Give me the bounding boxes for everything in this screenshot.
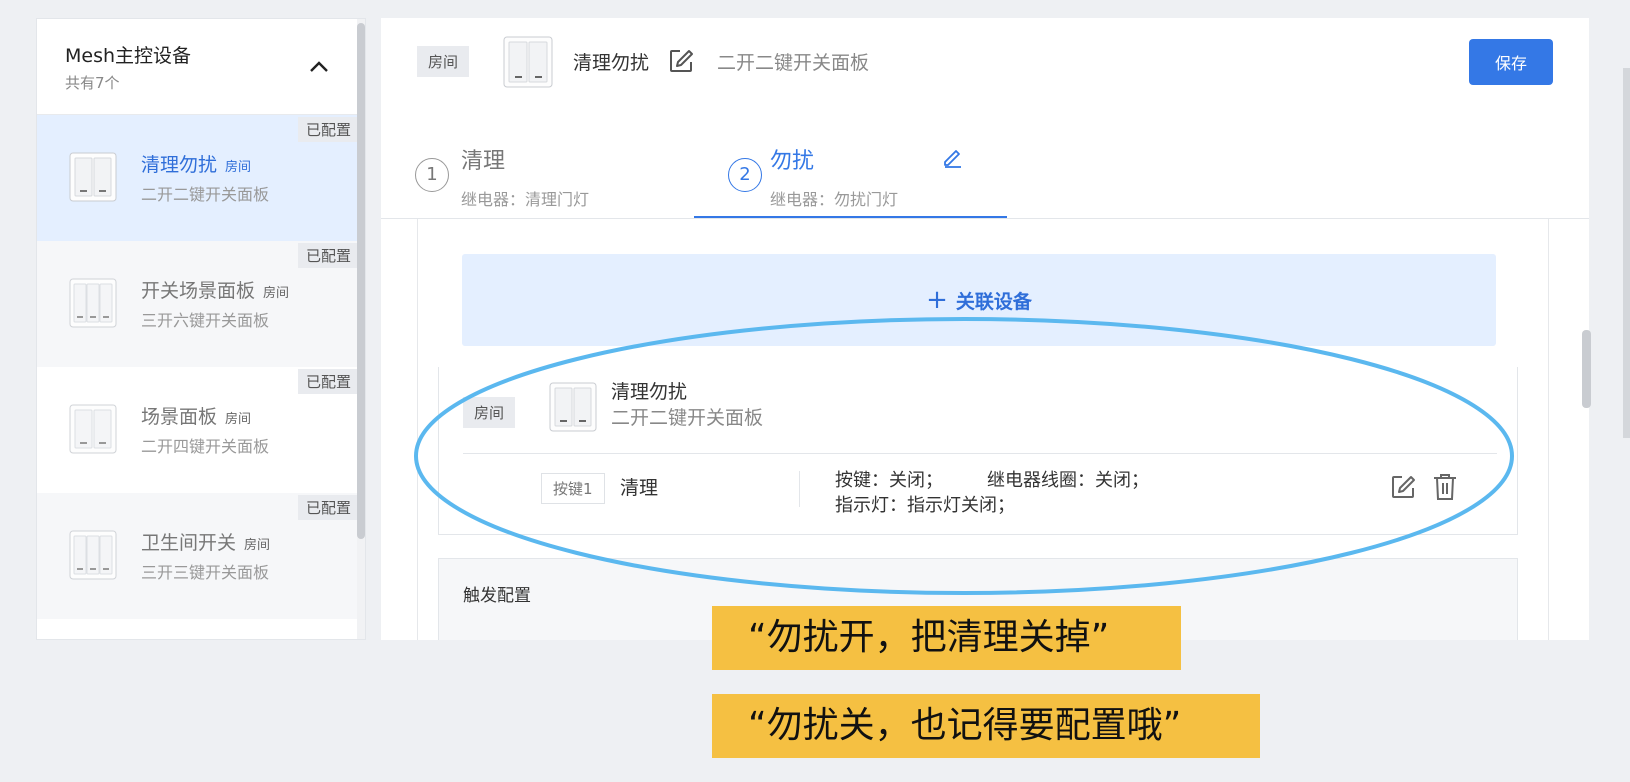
step-subtitle: 继电器：勿扰门灯 [770,190,899,209]
switch-panel-3key-icon [69,278,117,328]
link-device-label: 关联设备 [955,290,1032,313]
sidebar-item-qingli-wurao[interactable]: 已配置 清理勿扰 房间 二开二键开关面板 [37,115,359,241]
sidebar-item-weishengjian[interactable]: 已配置 卫生间开关 房间 三开三键开关面板 [37,493,359,619]
device-sidebar: Mesh主控设备 共有7个 已配置 清理勿扰 房间 二开二键开关面板 已配置 开关… [36,18,366,640]
configured-badge: 已配置 [297,243,359,268]
plus-icon: + [926,285,948,315]
step-subtitle: 继电器：清理门灯 [461,190,590,209]
edit-icon[interactable] [1390,474,1416,500]
linked-device-name: 清理勿扰 [611,381,688,403]
key-name: 清理 [620,477,659,499]
step-number: 2 [728,158,762,192]
sidebar-scrollbar-track[interactable] [357,19,365,639]
room-tag: 房间 [225,160,252,175]
sidebar-item-desc: 三开三键开关面板 [141,563,270,582]
sidebar-item-name: 卫生间开关 房间 [141,532,271,554]
page-scrollbar-track[interactable] [1623,68,1630,438]
caption-1: “勿扰开，把清理关掉” [712,606,1181,670]
trash-icon[interactable] [1433,473,1457,501]
device-model: 二开二键开关面板 [717,52,870,74]
sidebar-scrollbar-thumb[interactable] [357,23,365,539]
configured-badge: 已配置 [297,369,359,394]
step-title: 清理 [461,149,506,174]
switch-panel-2key-icon [549,382,597,432]
room-tag: 房间 [263,286,290,301]
switch-panel-3key-icon [69,530,117,580]
room-tag: 房间 [244,538,271,553]
configured-badge: 已配置 [297,117,359,142]
config-relay-state: 继电器线圈：关闭； [987,470,1149,491]
linked-device-card: 房间 清理勿扰 二开二键开关面板 按键1 清理 按键：关闭； 继电器线圈：关闭； … [438,367,1518,535]
config-key-state: 按键：关闭； [835,470,943,491]
sidebar-item-changjing-mianban[interactable]: 已配置 场景面板 房间 二开四键开关面板 [37,367,359,493]
sidebar-header[interactable]: Mesh主控设备 共有7个 [37,19,365,115]
binding-divider [799,471,800,507]
caption-2: “勿扰关，也记得要配置哦” [712,694,1260,758]
switch-panel-2key-icon [503,36,553,88]
edit-icon[interactable] [668,48,694,74]
step-title: 勿扰 [770,149,815,174]
linked-device-model: 二开二键开关面板 [611,407,764,429]
pencil-icon[interactable] [942,146,964,168]
switch-panel-2key-icon [69,152,117,202]
sidebar-item-desc: 三开六键开关面板 [141,311,270,330]
card-divider [463,453,1497,454]
panel-header: 房间 清理勿扰 二开二键开关面板 保存 1 清理 继电器：清理门灯 2 勿扰 继… [381,18,1589,218]
link-device-button[interactable]: + 关联设备 [462,254,1496,346]
main-scrollbar-thumb[interactable] [1582,330,1591,408]
sidebar-title: Mesh主控设备 [65,45,192,67]
sidebar-item-name: 清理勿扰 房间 [141,154,252,176]
sidebar-item-name: 场景面板 房间 [141,406,252,428]
step-number: 1 [415,158,449,192]
sidebar-item-desc: 二开二键开关面板 [141,185,270,204]
room-tag: 房间 [225,412,252,427]
switch-panel-2key-icon [69,404,117,454]
config-panel: 房间 清理勿扰 二开二键开关面板 保存 1 清理 继电器：清理门灯 2 勿扰 继… [381,18,1589,640]
device-name: 清理勿扰 [573,52,650,74]
save-button[interactable]: 保存 [1469,39,1553,85]
room-tag: 房间 [463,397,516,428]
trigger-config-title: 触发配置 [463,586,531,606]
configured-badge: 已配置 [297,495,359,520]
sidebar-subtitle: 共有7个 [65,74,120,92]
sidebar-item-desc: 二开四键开关面板 [141,437,270,456]
chevron-up-icon[interactable] [307,55,331,79]
config-line-1: 按键：关闭； 继电器线圈：关闭； [835,466,1149,492]
sidebar-item-name: 开关场景面板 房间 [141,280,290,302]
sidebar-item-kaiguan-changjing[interactable]: 已配置 开关场景面板 房间 三开六键开关面板 [37,241,359,367]
step-content: + 关联设备 房间 清理勿扰 二开二键开关面板 按键1 清理 按键：关闭； 继电器… [417,219,1549,640]
key-tag: 按键1 [541,473,605,504]
config-indicator-state: 指示灯：指示灯关闭； [835,495,1015,516]
room-tag: 房间 [417,46,470,77]
